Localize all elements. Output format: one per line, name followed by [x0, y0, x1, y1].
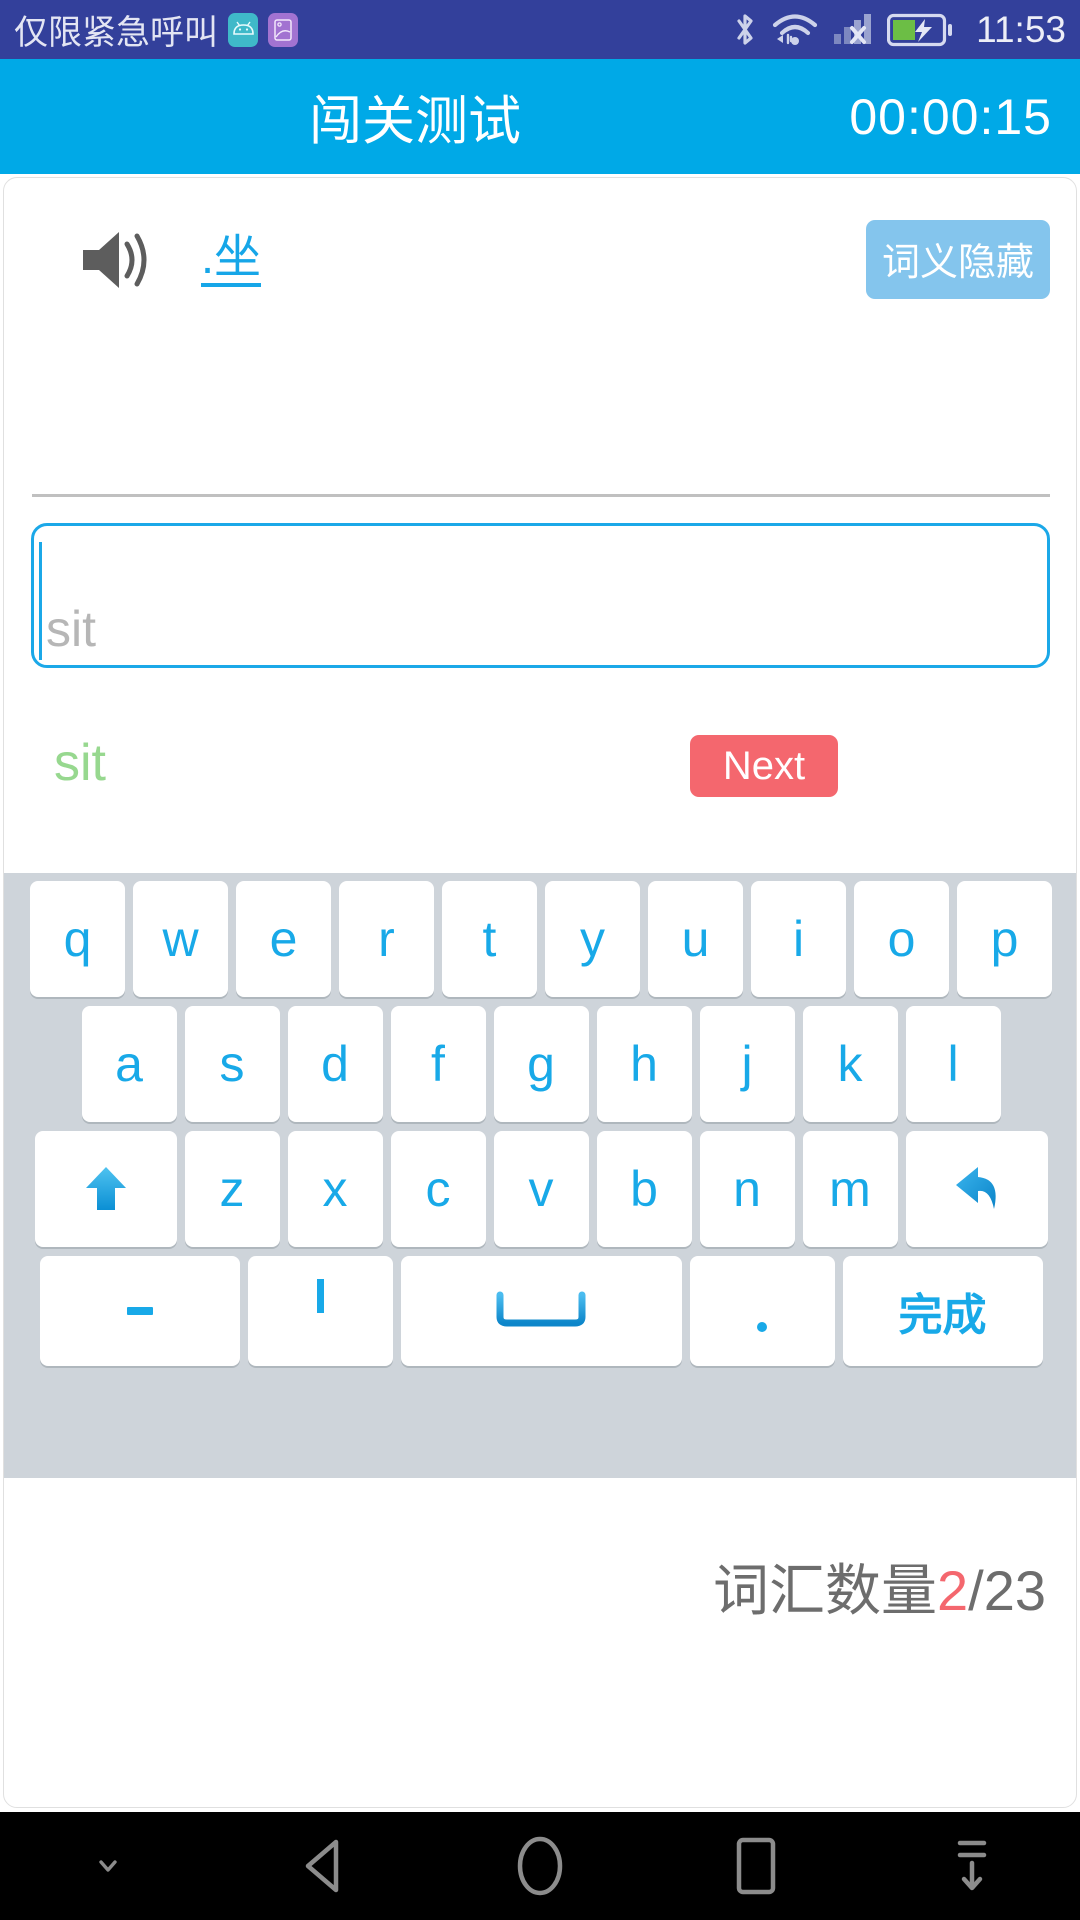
counter-total: 23: [983, 1559, 1046, 1622]
key-space[interactable]: [400, 1256, 682, 1366]
status-bar: 仅限紧急呼叫 11:53: [0, 0, 1080, 59]
keyboard-row-2: a s d f g h j k l: [7, 1006, 1075, 1122]
key-m[interactable]: m: [802, 1131, 898, 1247]
shift-icon[interactable]: [34, 1131, 177, 1247]
backspace-icon[interactable]: [905, 1131, 1048, 1247]
key-t[interactable]: t: [442, 881, 537, 997]
gallery-app-icon: [268, 12, 298, 47]
counter-label: 词汇数量: [712, 1559, 937, 1622]
on-screen-keyboard: q w e r t y u i o p a s d f g h j k l z …: [4, 873, 1076, 1478]
keyboard-row-3: z x c v b n m: [7, 1131, 1075, 1247]
key-d[interactable]: d: [287, 1006, 383, 1122]
key-o[interactable]: o: [854, 881, 949, 997]
android-nav-bar: [0, 1812, 1080, 1920]
correct-answer-label: sit: [54, 734, 106, 792]
key-a[interactable]: a: [81, 1006, 177, 1122]
counter-separator: /: [968, 1559, 984, 1622]
hide-keyboard-icon[interactable]: [0, 1812, 216, 1920]
hide-meaning-button[interactable]: 词义隐藏: [865, 220, 1050, 299]
keyboard-row-4: 完成: [7, 1256, 1075, 1366]
status-bar-right: 11:53: [732, 9, 1066, 51]
key-x[interactable]: x: [287, 1131, 383, 1247]
key-n[interactable]: n: [699, 1131, 795, 1247]
counter-current: 2: [936, 1559, 969, 1622]
key-u[interactable]: u: [648, 881, 743, 997]
key-j[interactable]: j: [699, 1006, 795, 1122]
key-w[interactable]: w: [133, 881, 228, 997]
speaker-icon[interactable]: [79, 228, 153, 292]
next-button[interactable]: Next: [690, 735, 838, 797]
vocabulary-counter: 词汇数量2/23: [713, 1546, 1046, 1627]
timer-label: 00:00:15: [849, 88, 1052, 145]
word-row: .坐 词义隐藏: [4, 178, 1076, 341]
key-i[interactable]: i: [751, 881, 846, 997]
wifi-icon: [771, 10, 819, 50]
key-z[interactable]: z: [184, 1131, 280, 1247]
key-dash[interactable]: [39, 1256, 240, 1366]
key-c[interactable]: c: [390, 1131, 486, 1247]
text-caret: [39, 542, 42, 660]
home-icon[interactable]: [432, 1812, 648, 1920]
key-r[interactable]: r: [339, 881, 434, 997]
key-q[interactable]: q: [30, 881, 125, 997]
key-period[interactable]: [689, 1256, 835, 1366]
key-f[interactable]: f: [390, 1006, 486, 1122]
key-v[interactable]: v: [493, 1131, 589, 1247]
answer-input[interactable]: sit: [31, 523, 1050, 668]
title-bar: 闯关测试 00:00:15: [0, 59, 1080, 174]
divider: [32, 494, 1050, 497]
keyboard-row-1: q w e r t y u i o p: [7, 881, 1075, 997]
key-k[interactable]: k: [802, 1006, 898, 1122]
word-meaning-label[interactable]: .坐: [201, 231, 262, 288]
carrier-label: 仅限紧急呼叫: [14, 14, 218, 52]
key-h[interactable]: h: [596, 1006, 692, 1122]
quiz-card: .坐 词义隐藏 sit sit Next q w e r t y u i o p: [3, 177, 1077, 1808]
key-apostrophe[interactable]: [247, 1256, 393, 1366]
key-s[interactable]: s: [184, 1006, 280, 1122]
key-done[interactable]: 完成: [842, 1256, 1043, 1366]
phone-screen: 仅限紧急呼叫 11:53 闯关测试 00:00:15 .坐 词义隐藏 sit s…: [0, 0, 1080, 1920]
key-e[interactable]: e: [236, 881, 331, 997]
key-b[interactable]: b: [596, 1131, 692, 1247]
status-bar-left: 仅限紧急呼叫: [14, 5, 298, 54]
key-g[interactable]: g: [493, 1006, 589, 1122]
bluetooth-icon: [732, 10, 758, 50]
recents-icon[interactable]: [648, 1812, 864, 1920]
cellular-signal-icon: [832, 10, 874, 50]
key-y[interactable]: y: [545, 881, 640, 997]
collapse-icon[interactable]: [864, 1812, 1080, 1920]
clock-label: 11:53: [976, 8, 1066, 50]
answer-input-placeholder: sit: [46, 601, 96, 657]
battery-charging-icon: [887, 13, 953, 47]
key-l[interactable]: l: [905, 1006, 1001, 1122]
back-icon[interactable]: [216, 1812, 432, 1920]
key-p[interactable]: p: [957, 881, 1052, 997]
android-app-icon: [228, 12, 258, 47]
